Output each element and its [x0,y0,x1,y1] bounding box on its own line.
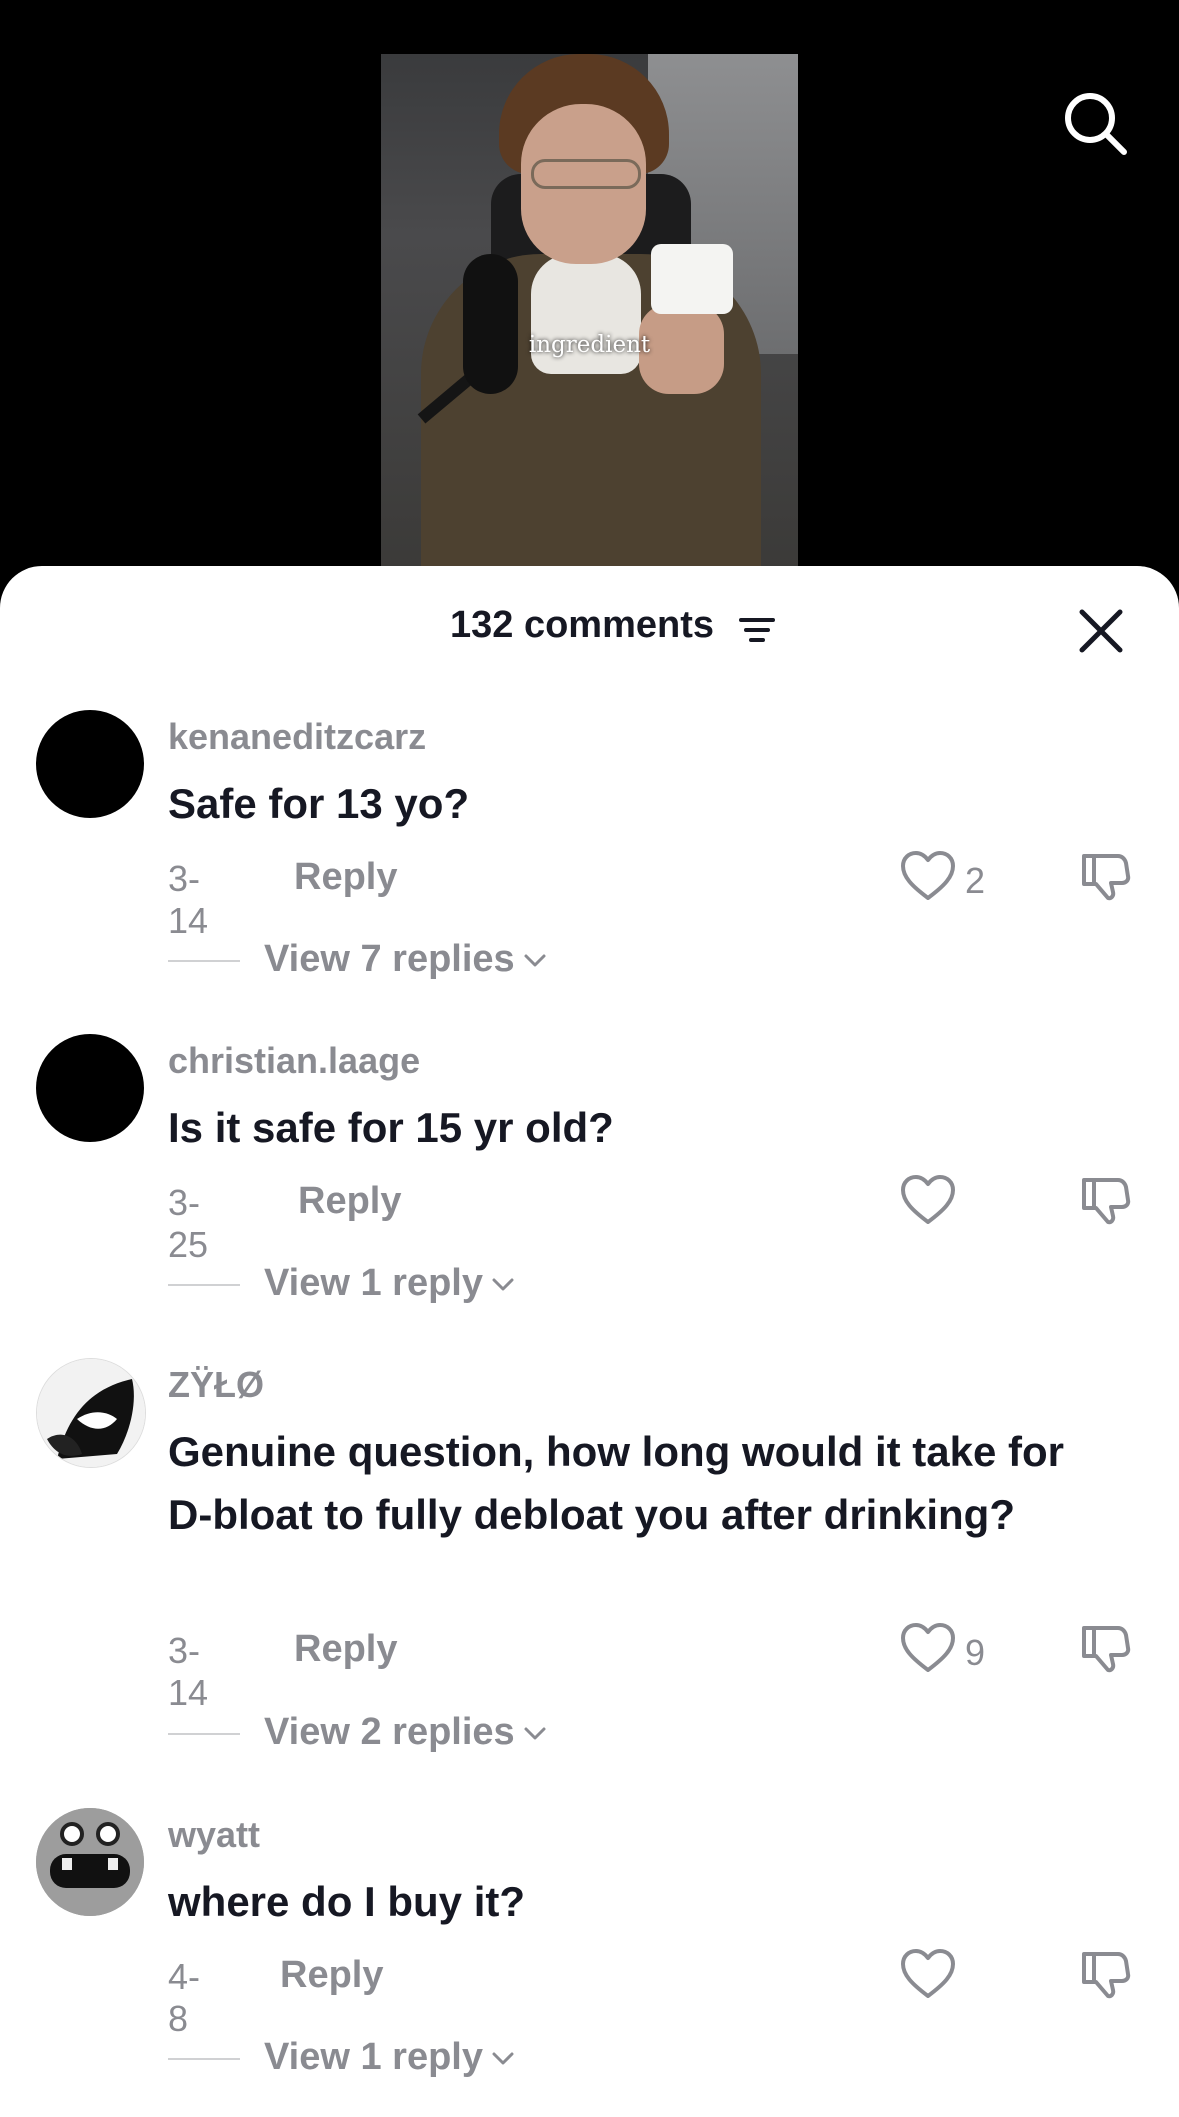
view-replies-label: View 1 reply [264,2036,483,2078]
comment-username[interactable]: ZŸŁØ [168,1364,264,1406]
comment-count: 132 comments [450,604,715,646]
close-button[interactable] [1076,606,1126,656]
chevron-down-icon [492,2052,514,2065]
like-count: 2 [965,860,986,901]
video-microphone [463,254,518,394]
thumbs-down-icon [1082,1952,1131,1999]
reply-button[interactable]: Reply [280,1954,383,1997]
dislike-button[interactable] [1080,1948,1132,2000]
heart-icon [901,851,955,900]
chevron-down-icon [524,1727,546,1740]
comment-date: 3-14 [168,1630,209,1713]
video-product-jar [651,244,733,314]
like-count: 9 [965,1632,986,1673]
filter-icon [739,618,775,642]
comments-sheet: 132 comments kenaneditzcarz Safe for 13 … [0,566,1179,2117]
avatar[interactable] [36,1358,146,1468]
comment-item: kenaneditzcarz Safe for 13 yo? 3-14 Repl… [0,710,1179,1030]
comment-item: christian.laage Is it safe for 15 yr old… [0,1034,1179,1354]
avatar[interactable] [36,710,144,818]
reply-button[interactable]: Reply [294,1628,397,1671]
search-icon [1065,93,1127,155]
heart-icon [901,1623,955,1672]
video-player[interactable]: ingredient [381,54,798,574]
view-replies-label: View 1 reply [264,1262,483,1304]
comment-item: ZŸŁØ Genuine question, how long would it… [0,1358,1179,1778]
heart-icon [901,1175,955,1224]
comment-date: 4-8 [168,1956,201,2039]
dislike-button[interactable] [1080,850,1132,902]
replies-divider [168,1284,240,1286]
avatar-image [37,1359,145,1467]
avatar[interactable] [36,1808,144,1916]
close-icon [1079,609,1123,653]
view-replies-button[interactable]: View 7 replies [264,938,547,981]
like-button[interactable] [900,1174,956,1226]
comment-text: Is it safe for 15 yr old? [168,1104,614,1151]
comment-item: wyatt where do I buy it? 4-8 Reply [0,1808,1179,2108]
dislike-button[interactable] [1080,1174,1132,1226]
thumbs-down-icon [1082,1178,1131,1225]
comment-text: Genuine question, how long would it take… [168,1428,1064,1538]
video-caption: ingredient [528,332,651,358]
reply-button[interactable]: Reply [294,856,397,899]
avatar[interactable] [36,1034,144,1142]
view-replies-button[interactable]: View 2 replies [264,1711,547,1754]
thumbs-down-icon [1082,1626,1131,1673]
video-person-glasses [531,159,641,189]
heart-icon [901,1949,955,1998]
video-area: ingredient [0,0,1179,600]
avatar-image [36,1808,144,1916]
like-button[interactable] [900,1622,956,1674]
dislike-button[interactable] [1080,1622,1132,1674]
chevron-down-icon [524,954,546,967]
reply-button[interactable]: Reply [298,1180,401,1223]
comment-username[interactable]: kenaneditzcarz [168,716,426,758]
comment-username[interactable]: christian.laage [168,1040,420,1082]
comment-text: where do I buy it? [168,1878,526,1925]
filter-button[interactable] [739,616,775,651]
search-button[interactable] [1060,88,1132,160]
view-replies-label: View 7 replies [264,938,515,980]
view-replies-button[interactable]: View 1 reply [264,2036,515,2079]
comments-header: 132 comments [0,566,1179,686]
like-button[interactable] [900,850,956,902]
comment-date: 3-25 [168,1182,209,1265]
chevron-down-icon [492,1278,514,1291]
thumbs-down-icon [1082,854,1131,901]
comment-date: 3-14 [168,858,209,941]
view-replies-label: View 2 replies [264,1711,515,1753]
replies-divider [168,1733,240,1735]
comment-username[interactable]: wyatt [168,1814,260,1856]
replies-divider [168,2058,240,2060]
view-replies-button[interactable]: View 1 reply [264,1262,515,1305]
replies-divider [168,960,240,962]
like-button[interactable] [900,1948,956,2000]
comment-text: Safe for 13 yo? [168,780,470,827]
